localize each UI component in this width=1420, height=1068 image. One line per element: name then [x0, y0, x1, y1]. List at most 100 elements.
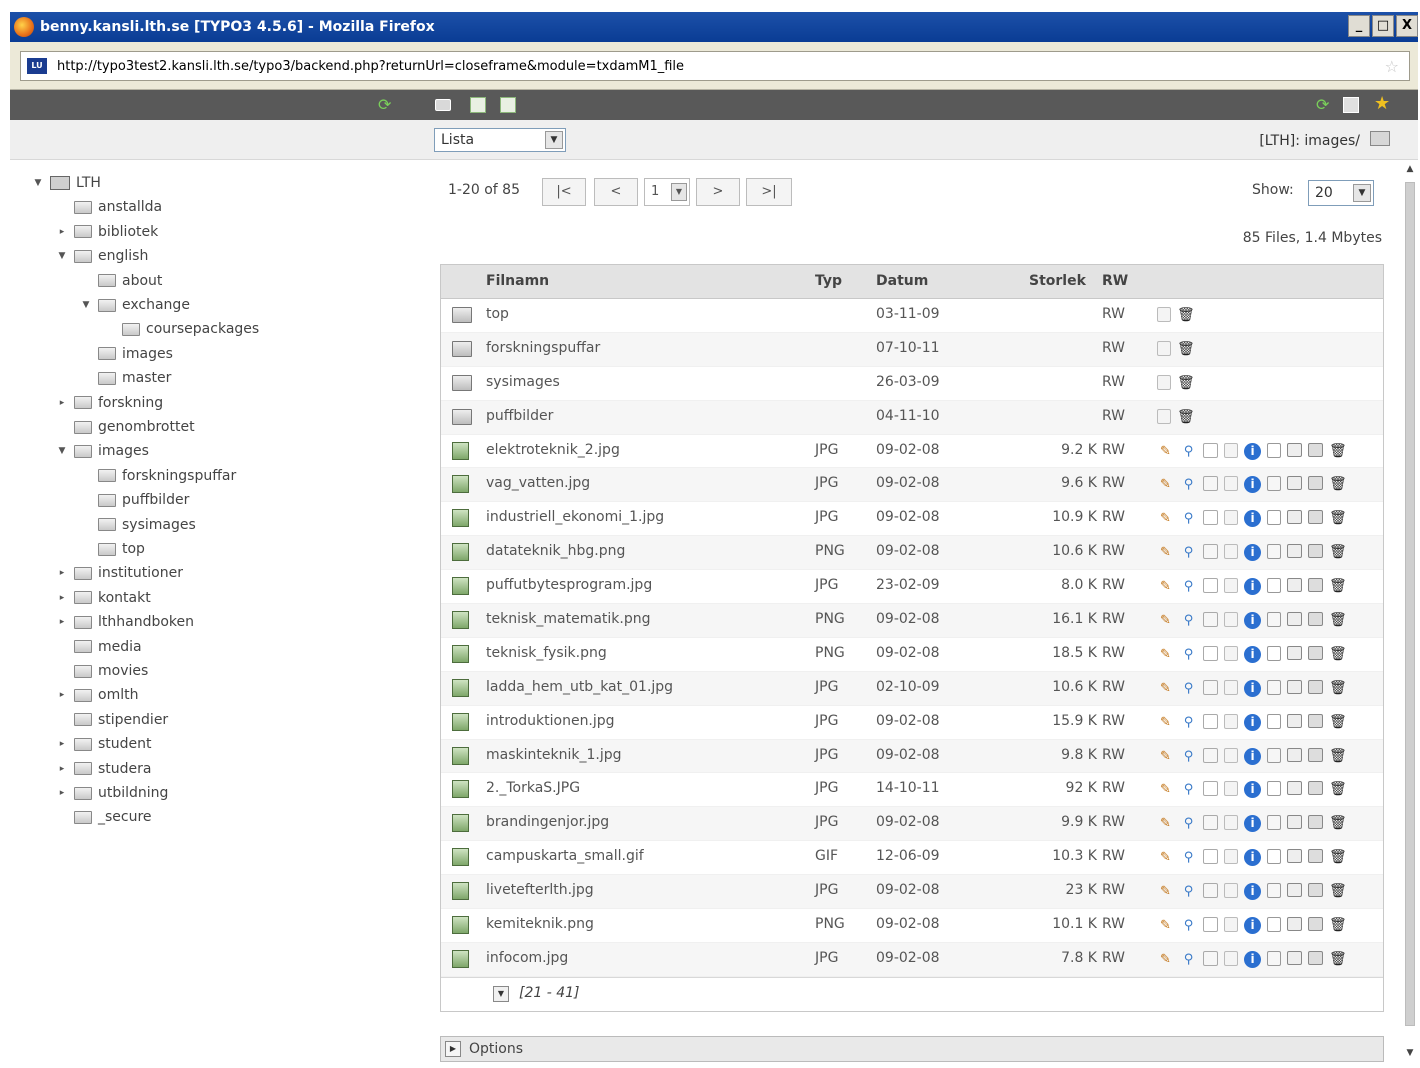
clipboard-icon[interactable] — [1287, 612, 1302, 627]
copy-icon[interactable] — [1203, 645, 1218, 661]
tree-node[interactable]: sysimages — [80, 514, 196, 536]
replace-icon[interactable] — [1267, 544, 1281, 560]
file-name[interactable]: puffutbytesprogram.jpg — [486, 577, 652, 593]
replace-icon[interactable] — [1267, 815, 1281, 831]
clipboard-icon[interactable] — [1287, 442, 1302, 457]
edit-icon[interactable]: ✎ — [1157, 748, 1174, 765]
delete-icon[interactable]: 🗑 — [1329, 476, 1347, 493]
clipboard-icon[interactable] — [1287, 679, 1302, 694]
view-icon[interactable]: ⚲ — [1180, 578, 1197, 595]
move-icon[interactable] — [1308, 544, 1323, 559]
replace-icon[interactable] — [1267, 917, 1281, 933]
clipboard-icon[interactable] — [1287, 815, 1302, 830]
clipboard-icon[interactable] — [1287, 578, 1302, 593]
expand-icon[interactable]: ▸ — [56, 398, 68, 408]
header-rw[interactable]: RW — [1102, 273, 1128, 289]
copy-icon[interactable] — [1203, 679, 1218, 695]
table-row[interactable]: puffbilder 04-11-10 RW 🗑 — [441, 400, 1383, 435]
file-name[interactable]: vag_vatten.jpg — [486, 475, 590, 491]
bookmark-star-icon[interactable]: ☆ — [1385, 57, 1399, 76]
expand-icon[interactable]: ▸ — [56, 690, 68, 700]
delete-icon[interactable]: 🗑 — [1329, 578, 1347, 595]
clipboard-icon[interactable] — [1287, 476, 1302, 491]
reference-icon[interactable] — [1224, 442, 1238, 458]
url-input[interactable]: LU http://typo3test2.kansli.lth.se/typo3… — [20, 51, 1410, 81]
edit-icon[interactable]: ✎ — [1157, 680, 1174, 697]
reference-icon[interactable] — [1224, 849, 1238, 865]
view-icon[interactable]: ⚲ — [1180, 781, 1197, 798]
table-row[interactable]: maskinteknik_1.jpg JPG 09-02-08 9.8 K RW ✎ ⚲ i 🗑 — [441, 739, 1383, 774]
tree-node[interactable]: stipendier — [56, 709, 168, 731]
tree-node[interactable]: images — [80, 343, 173, 365]
options-panel[interactable]: ▶ Options — [440, 1036, 1384, 1062]
file-name[interactable]: top — [486, 306, 509, 322]
replace-icon[interactable] — [1267, 781, 1281, 797]
replace-icon[interactable] — [1267, 476, 1281, 492]
info-icon[interactable]: i — [1244, 849, 1261, 867]
table-row[interactable]: sysimages 26-03-09 RW 🗑 — [441, 367, 1383, 401]
copy-icon[interactable] — [1203, 578, 1218, 594]
view-icon[interactable]: ⚲ — [1180, 612, 1197, 629]
scroll-up-icon[interactable]: ▲ — [1402, 164, 1418, 180]
file-name[interactable]: livetefterlth.jpg — [486, 882, 594, 898]
replace-icon[interactable] — [1267, 612, 1281, 628]
new-file-icon[interactable] — [470, 97, 486, 113]
info-doc-icon[interactable] — [1157, 408, 1171, 424]
reference-icon[interactable] — [1224, 950, 1238, 966]
minimize-button[interactable]: _ — [1348, 15, 1370, 37]
replace-icon[interactable] — [1267, 679, 1281, 695]
edit-icon[interactable]: ✎ — [1157, 951, 1174, 968]
delete-icon[interactable]: 🗑 — [1329, 849, 1347, 866]
view-icon[interactable]: ⚲ — [1180, 646, 1197, 663]
clipboard-icon[interactable] — [1287, 883, 1302, 898]
view-icon[interactable]: ⚲ — [1180, 849, 1197, 866]
table-row[interactable]: campuskarta_small.gif GIF 12-06-09 10.3 K RW… — [441, 841, 1383, 876]
view-icon[interactable]: ⚲ — [1180, 544, 1197, 561]
view-icon[interactable]: ⚲ — [1180, 951, 1197, 968]
expand-icon[interactable]: ▼ — [493, 985, 509, 1002]
move-icon[interactable] — [1308, 679, 1323, 694]
reference-icon[interactable] — [1224, 544, 1238, 560]
file-name[interactable]: 2._TorkaS.JPG — [486, 780, 580, 796]
table-row[interactable]: introduktionen.jpg JPG 09-02-08 15.9 K RW ✎ ⚲ i… — [441, 706, 1383, 740]
delete-icon[interactable]: 🗑 — [1329, 815, 1347, 832]
move-icon[interactable] — [1308, 781, 1323, 796]
file-name[interactable]: ladda_hem_utb_kat_01.jpg — [486, 679, 673, 695]
file-name[interactable]: industriell_ekonomi_1.jpg — [486, 509, 664, 525]
info-icon[interactable]: i — [1244, 747, 1261, 765]
info-doc-icon[interactable] — [1157, 307, 1171, 322]
file-name[interactable]: sysimages — [486, 374, 560, 390]
reference-icon[interactable] — [1224, 679, 1238, 695]
info-icon[interactable]: i — [1244, 950, 1261, 968]
table-row[interactable]: datateknik_hbg.png PNG 09-02-08 10.6 K RW ✎ ⚲ i… — [441, 536, 1383, 571]
info-icon[interactable]: i — [1244, 713, 1261, 731]
next-page-button[interactable]: > — [696, 178, 740, 206]
table-row[interactable]: vag_vatten.jpg JPG 09-02-08 9.6 K RW ✎ ⚲ i 🗑 — [441, 468, 1383, 503]
move-icon[interactable] — [1308, 645, 1323, 660]
tree-node[interactable]: ▸ studera — [56, 758, 152, 780]
reference-icon[interactable] — [1224, 781, 1238, 797]
reference-icon[interactable] — [1224, 476, 1238, 492]
table-row[interactable]: puffutbytesprogram.jpg JPG 23-02-09 8.0 K RW… — [441, 570, 1383, 605]
move-icon[interactable] — [1308, 950, 1323, 965]
copy-icon[interactable] — [1203, 815, 1218, 831]
delete-icon[interactable]: 🗑 — [1329, 544, 1347, 561]
replace-icon[interactable] — [1267, 645, 1281, 661]
prev-page-button[interactable]: < — [594, 178, 638, 206]
tree-node[interactable]: ▸ forskning — [56, 392, 163, 414]
tree-node[interactable]: forskningspuffar — [80, 465, 236, 487]
copy-icon[interactable] — [1203, 442, 1218, 458]
table-row[interactable]: teknisk_fysik.png PNG 09-02-08 18.5 K RW ✎ ⚲ i 🗑 — [441, 638, 1383, 672]
move-icon[interactable] — [1308, 883, 1323, 898]
tree-node[interactable]: ▼ LTH — [32, 172, 101, 194]
clipboard-icon[interactable] — [1287, 950, 1302, 965]
view-icon[interactable]: ⚲ — [1180, 815, 1197, 832]
copy-icon[interactable] — [1203, 883, 1218, 899]
move-icon[interactable] — [1308, 849, 1323, 864]
edit-icon[interactable]: ✎ — [1157, 714, 1174, 731]
reference-icon[interactable] — [1224, 510, 1238, 526]
delete-icon[interactable]: 🗑 — [1329, 781, 1347, 798]
view-icon[interactable]: ⚲ — [1180, 883, 1197, 900]
info-icon[interactable]: i — [1244, 476, 1261, 494]
move-icon[interactable] — [1308, 612, 1323, 627]
